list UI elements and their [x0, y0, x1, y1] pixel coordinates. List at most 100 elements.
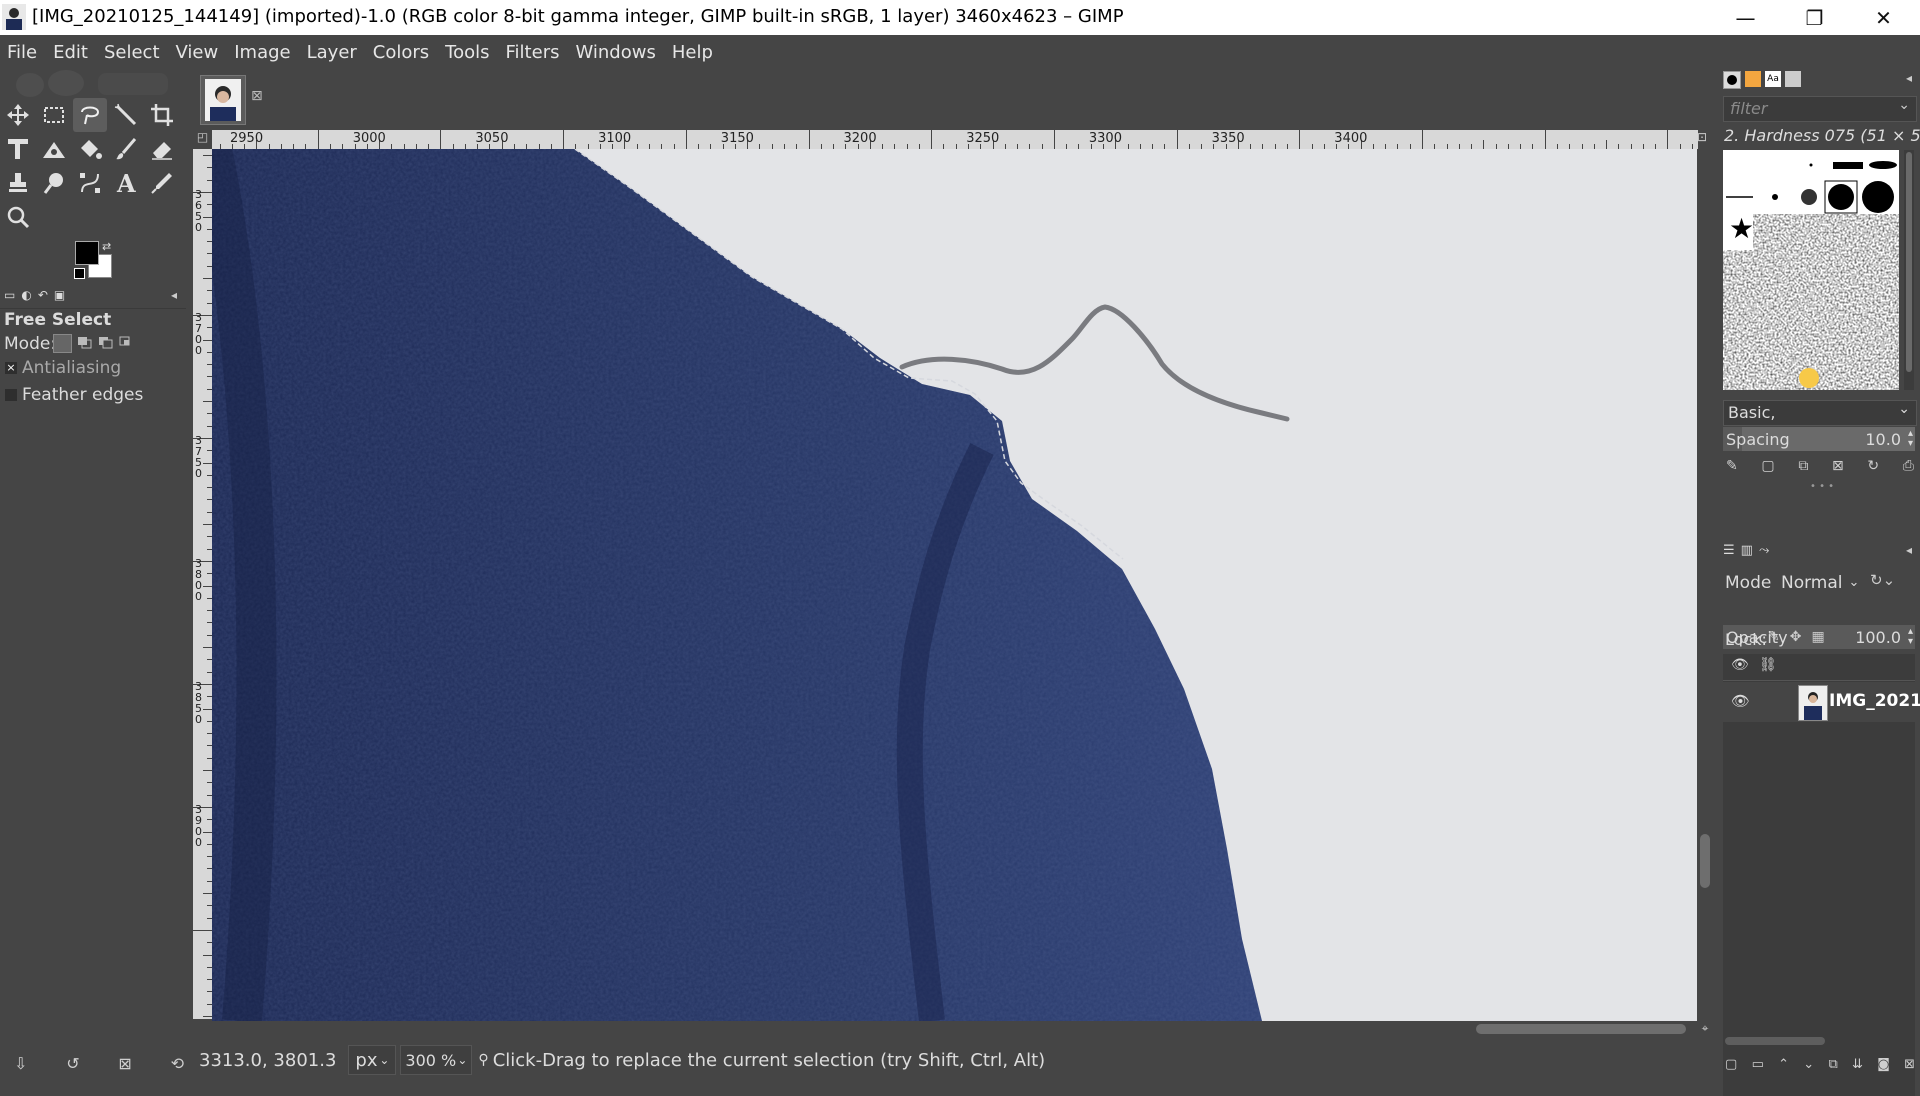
edit-brush-icon[interactable]: ✎ [1726, 458, 1738, 474]
restore-options-icon[interactable]: ↺ [66, 1054, 79, 1073]
close-button[interactable]: ✕ [1849, 0, 1918, 35]
brushes-tab-icon[interactable] [1723, 71, 1741, 89]
rect-select-tool-icon[interactable] [37, 98, 71, 132]
minimize-button[interactable]: — [1711, 0, 1780, 35]
zoom-image-when-resized-icon[interactable]: ⊡ [1697, 130, 1713, 149]
menu-edit[interactable]: Edit [46, 42, 97, 63]
layers-tab-icon[interactable]: ☰ [1723, 543, 1735, 558]
smudge-tool-icon[interactable] [37, 166, 71, 200]
tool-options-tab-icon[interactable]: ▭ [4, 288, 15, 306]
mode-replace-icon[interactable] [53, 334, 72, 353]
swap-colors-icon[interactable]: ⇄ [102, 240, 111, 253]
mode-intersect-icon[interactable] [118, 334, 135, 351]
spacing-slider[interactable]: Spacing 10.0 ▴ ▾ [1723, 427, 1915, 451]
lock-alpha-icon[interactable]: ▦ [1811, 629, 1824, 645]
lock-pixels-icon[interactable]: ✎ [1768, 629, 1780, 645]
channels-tab-icon[interactable]: ▥ [1741, 543, 1753, 558]
menu-image[interactable]: Image [227, 42, 299, 63]
vertical-scrollbar[interactable] [1697, 149, 1713, 1021]
layer-visibility-eye-icon[interactable]: 👁 [1731, 692, 1750, 710]
blend-space-icon[interactable]: ↻⌄ [1870, 571, 1895, 589]
mode-add-icon[interactable] [76, 334, 93, 351]
move-tool-icon[interactable] [1, 98, 35, 132]
eraser-tool-icon[interactable] [145, 132, 179, 166]
horizontal-scroll-thumb[interactable] [1476, 1024, 1686, 1034]
save-options-icon[interactable]: ⇩ [14, 1054, 27, 1073]
mask-icon[interactable]: ◙ [1877, 1057, 1890, 1072]
default-colors-icon[interactable] [74, 268, 85, 279]
brush-tag-field[interactable]: Basic, ⌄ [1723, 400, 1917, 426]
layers-hscroll-thumb[interactable] [1725, 1037, 1825, 1045]
menu-select[interactable]: Select [97, 42, 169, 63]
clone-tool-icon[interactable] [1, 166, 35, 200]
menu-file[interactable]: File [0, 42, 46, 63]
horizontal-scrollbar[interactable] [212, 1021, 1697, 1037]
configure-tab-icon[interactable]: ◂ [171, 288, 177, 302]
brush-grid[interactable]: ★ [1723, 150, 1899, 390]
image-canvas[interactable] [212, 149, 1697, 1021]
image-tab-thumbnail[interactable] [200, 75, 246, 125]
antialiasing-checkbox[interactable]: × [5, 362, 17, 374]
refresh-brushes-icon[interactable]: ↻ [1867, 458, 1879, 474]
maximize-button[interactable]: ❐ [1780, 0, 1849, 35]
menu-tools[interactable]: Tools [438, 42, 498, 63]
free-select-tool-icon[interactable] [73, 98, 107, 132]
vertical-scroll-thumb[interactable] [1700, 834, 1710, 888]
images-tab-icon[interactable]: ▣ [54, 288, 65, 306]
paths-tool-icon[interactable] [73, 166, 107, 200]
reset-options-icon[interactable]: ⟲ [171, 1054, 184, 1073]
close-image-tab-icon[interactable]: ⊠ [251, 88, 263, 104]
duplicate-brush-icon[interactable]: ⧉ [1798, 458, 1808, 474]
mode-subtract-icon[interactable] [97, 334, 114, 351]
duplicate-layer-icon[interactable]: ⧉ [1828, 1057, 1837, 1072]
configure-tab-icon[interactable]: ◂ [1906, 543, 1912, 557]
zoom-tool-icon[interactable] [1, 200, 35, 234]
fg-bg-color-selector[interactable]: ⇄ [74, 240, 124, 290]
unified-transform-tool-icon[interactable] [1, 132, 35, 166]
document-history-tab-icon[interactable] [1785, 71, 1801, 87]
lower-layer-icon[interactable]: ⌄ [1803, 1057, 1814, 1072]
foreground-color-swatch[interactable] [75, 241, 99, 265]
open-brush-as-image-icon[interactable]: ⎙ [1903, 458, 1914, 474]
menu-view[interactable]: View [169, 42, 228, 63]
new-layer-group-icon[interactable]: ▭ [1752, 1057, 1764, 1072]
brush-filter-field[interactable]: filter ⌄ [1723, 96, 1917, 122]
undo-history-tab-icon[interactable]: ↶ [38, 288, 48, 306]
text-tool-icon[interactable]: A [109, 166, 143, 200]
delete-options-icon[interactable]: ⊠ [118, 1054, 131, 1073]
paintbrush-tool-icon[interactable] [109, 132, 143, 166]
brush-grid-scrollbar[interactable] [1904, 150, 1914, 390]
feather-edges-checkbox[interactable] [5, 389, 17, 401]
lock-position-icon[interactable]: ✥ [1790, 629, 1802, 645]
device-status-tab-icon[interactable]: ◐ [21, 288, 31, 306]
paths-tab-icon[interactable]: ⤳ [1759, 543, 1769, 558]
new-brush-icon[interactable]: ▢ [1761, 458, 1774, 474]
merge-down-icon[interactable]: ⇊ [1852, 1057, 1863, 1072]
patterns-tab-icon[interactable] [1745, 71, 1761, 87]
quick-mask-corner-icon[interactable]: ◰ [193, 130, 212, 149]
menu-filters[interactable]: Filters [499, 42, 569, 63]
layer-row[interactable]: 👁 IMG_2021 [1723, 682, 1920, 722]
raise-layer-icon[interactable]: ⌃ [1778, 1057, 1789, 1072]
warp-transform-tool-icon[interactable] [37, 132, 71, 166]
color-picker-tool-icon[interactable] [145, 166, 179, 200]
new-layer-icon[interactable]: ▢ [1725, 1057, 1737, 1072]
bucket-fill-tool-icon[interactable] [73, 132, 107, 166]
configure-tab-icon[interactable]: ◂ [1906, 71, 1912, 85]
menu-layer[interactable]: Layer [300, 42, 366, 63]
pane-separator-handle[interactable]: • • • [1810, 481, 1834, 492]
menu-windows[interactable]: Windows [568, 42, 664, 63]
layer-mode-select[interactable]: Normal ⌄ [1781, 569, 1865, 596]
unit-selector[interactable]: px ⌄ [348, 1045, 397, 1075]
delete-brush-icon[interactable]: ⊠ [1832, 458, 1844, 474]
fuzzy-select-tool-icon[interactable] [109, 98, 143, 132]
zoom-selector[interactable]: 300 % ⌄ [400, 1045, 473, 1075]
navigate-icon[interactable]: ⌖ [1697, 1021, 1713, 1037]
delete-layer-icon[interactable]: ⊠ [1904, 1057, 1915, 1072]
menu-colors[interactable]: Colors [366, 42, 438, 63]
crop-tool-icon[interactable] [145, 98, 179, 132]
menu-help[interactable]: Help [665, 42, 722, 63]
spinner-icon[interactable]: ▴ ▾ [1908, 627, 1913, 647]
spinner-icon[interactable]: ▴ ▾ [1908, 429, 1913, 449]
fonts-tab-icon[interactable]: Aa [1765, 71, 1781, 87]
